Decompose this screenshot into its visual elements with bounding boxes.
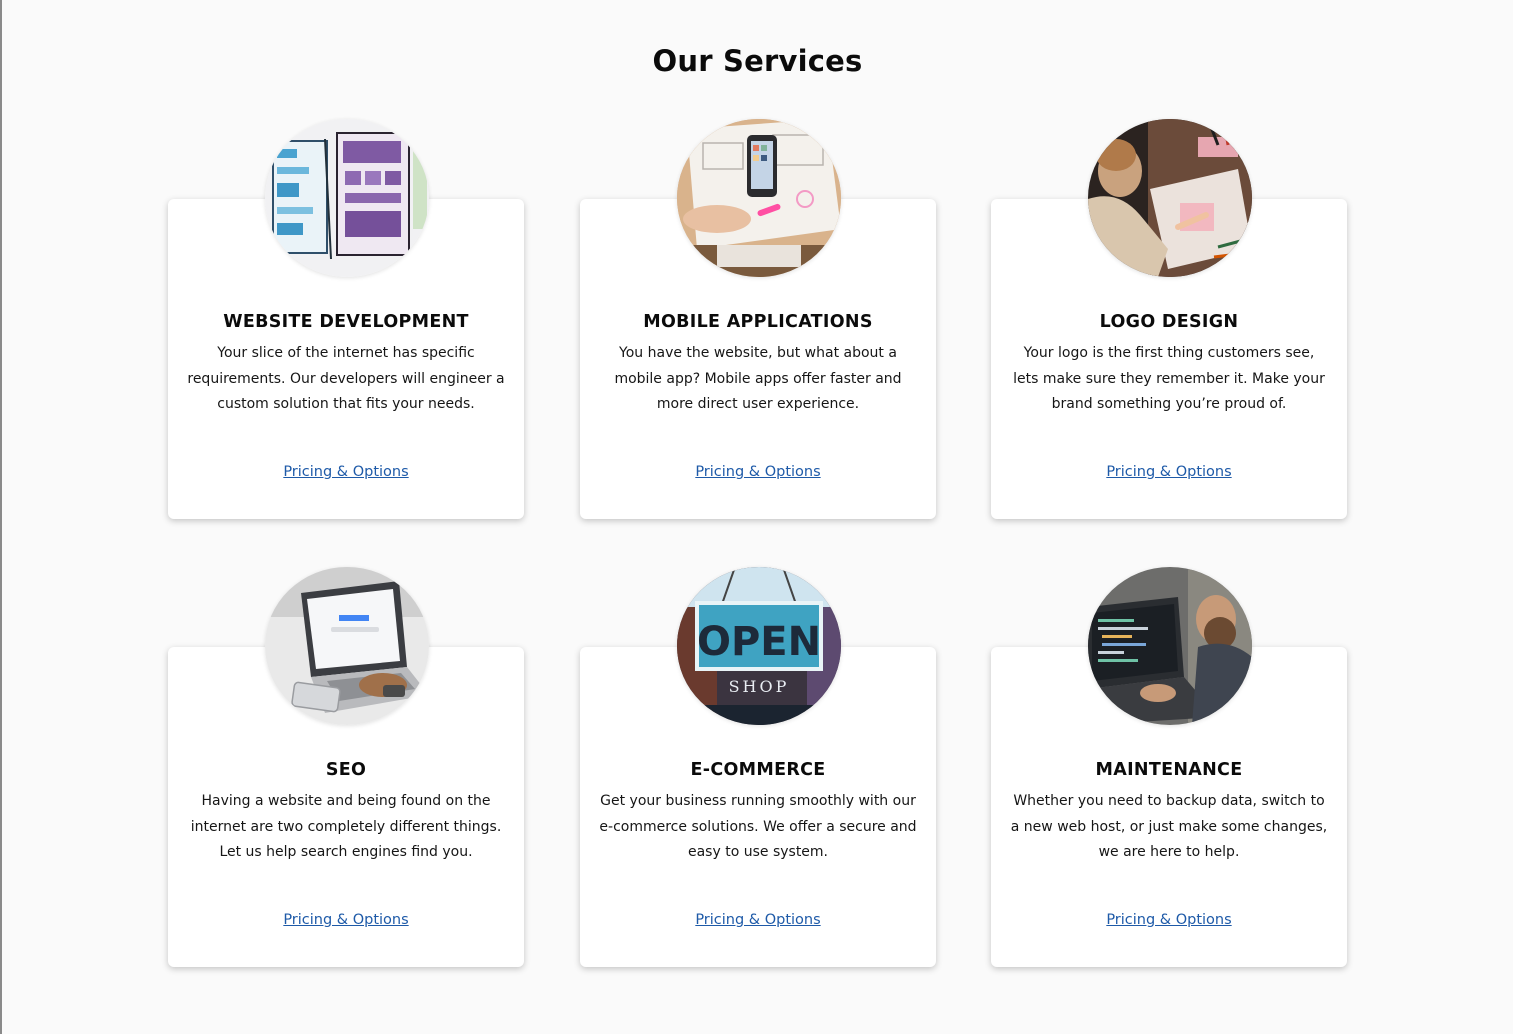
laptop-search-image bbox=[265, 567, 429, 725]
section-title: Our Services bbox=[652, 44, 863, 78]
card-title: WEBSITE DEVELOPMENT bbox=[223, 312, 469, 332]
open-sign-text: OPEN bbox=[697, 619, 821, 665]
designer-drawing-image bbox=[1088, 119, 1252, 277]
card-title: E-COMMERCE bbox=[690, 760, 826, 780]
pricing-options-link[interactable]: Pricing & Options bbox=[168, 912, 524, 928]
phone-on-desk-image bbox=[677, 119, 841, 277]
card-description: Get your business running smoothly with … bbox=[599, 793, 917, 860]
card-description: Whether you need to backup data, switch … bbox=[1010, 793, 1328, 860]
card-description: Having a website and being found on the … bbox=[190, 793, 502, 860]
shop-sign-text: SHOP bbox=[729, 677, 790, 696]
pricing-options-link[interactable]: Pricing & Options bbox=[991, 464, 1347, 480]
card-description: You have the website, but what about a m… bbox=[614, 345, 902, 412]
pricing-options-link[interactable]: Pricing & Options bbox=[580, 912, 936, 928]
developer-laptop-image bbox=[1088, 567, 1252, 725]
card-title: MAINTENANCE bbox=[1095, 760, 1243, 780]
open-shop-sign-image: OPEN SHOP bbox=[677, 567, 841, 725]
pricing-options-link[interactable]: Pricing & Options bbox=[991, 912, 1347, 928]
pricing-options-link[interactable]: Pricing & Options bbox=[168, 464, 524, 480]
services-page: Our Services WEBSITE DEVELOPMENT Your sl… bbox=[0, 0, 1513, 1034]
pricing-options-link[interactable]: Pricing & Options bbox=[580, 464, 936, 480]
wireframe-sketch-image bbox=[265, 119, 429, 277]
card-title: LOGO DESIGN bbox=[1099, 312, 1239, 332]
card-description: Your logo is the first thing customers s… bbox=[1013, 345, 1325, 412]
card-title: MOBILE APPLICATIONS bbox=[643, 312, 873, 332]
card-title: SEO bbox=[325, 760, 367, 780]
card-description: Your slice of the internet has specific … bbox=[187, 345, 505, 412]
